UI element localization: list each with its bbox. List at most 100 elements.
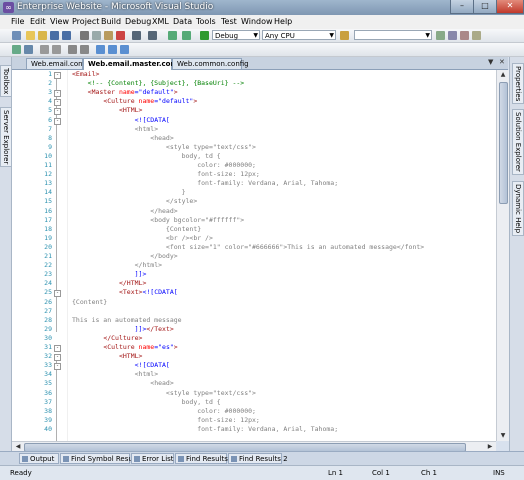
scroll-down-icon[interactable]: ▼	[497, 431, 509, 441]
minimize-button[interactable]: –	[450, 0, 474, 14]
xml-icon[interactable]	[12, 45, 21, 54]
menu-view[interactable]: View	[50, 17, 69, 26]
save-all-icon[interactable]	[62, 31, 71, 40]
close-tab-icon[interactable]: ✕	[499, 58, 505, 66]
paste-icon[interactable]	[104, 31, 113, 40]
next-bookmark-icon[interactable]	[120, 45, 129, 54]
collapse-icon[interactable]: -	[54, 117, 61, 125]
code-line[interactable]: 33- <![CDATA[	[12, 361, 496, 371]
code-line[interactable]: 19 <br /><br />	[12, 234, 496, 243]
cut-icon[interactable]	[80, 31, 89, 40]
redo-icon[interactable]	[148, 31, 157, 40]
properties-tab[interactable]: Properties	[512, 63, 524, 105]
tab-error-list[interactable]: Error List	[131, 453, 174, 464]
menu-file[interactable]: File	[11, 17, 24, 26]
schema-icon[interactable]	[24, 45, 33, 54]
undo-icon[interactable]	[132, 31, 141, 40]
code-line[interactable]: 2 <!-- {Content}, {Subject}, {BaseUri} -…	[12, 79, 496, 88]
collapse-icon[interactable]: -	[54, 72, 61, 79]
code-line[interactable]: 12 font-size: 12px;	[12, 170, 496, 179]
outdent-icon[interactable]	[52, 45, 61, 54]
code-line[interactable]: 4- <Culture name="default">	[12, 97, 496, 107]
code-line[interactable]: 13 font-family: Verdana, Arial, Tahoma;	[12, 179, 496, 188]
menu-help[interactable]: Help	[274, 17, 292, 26]
tab-find-symbol-results[interactable]: Find Symbol Results	[60, 453, 141, 464]
delete-icon[interactable]	[116, 31, 125, 40]
code-line[interactable]: 40 font-family: Verdana, Arial, Tahoma;	[12, 425, 496, 434]
code-line[interactable]: 18 {Content}	[12, 225, 496, 234]
code-line[interactable]: 8 <head>	[12, 134, 496, 143]
collapse-icon[interactable]: -	[54, 345, 61, 352]
navigate-back-icon[interactable]	[168, 31, 177, 40]
code-line[interactable]: 38 color: #000000;	[12, 407, 496, 416]
dynamic-help-tab[interactable]: Dynamic Help	[512, 181, 524, 237]
scroll-up-icon[interactable]: ▲	[497, 70, 509, 80]
object-browser-icon[interactable]	[460, 31, 469, 40]
code-line[interactable]: 20 <font size="1" color="#666666">This i…	[12, 243, 496, 252]
code-line[interactable]: 39 font-size: 12px;	[12, 416, 496, 425]
bookmark-icon[interactable]	[96, 45, 105, 54]
menu-tools[interactable]: Tools	[196, 17, 216, 26]
menu-project[interactable]: Project	[72, 17, 99, 26]
indent-icon[interactable]	[40, 45, 49, 54]
code-line[interactable]: 7 <html>	[12, 125, 496, 134]
find-combo[interactable]: ▼	[354, 30, 432, 40]
code-line[interactable]: 16 </head>	[12, 207, 496, 216]
open-file-icon[interactable]	[38, 31, 47, 40]
collapse-icon[interactable]: -	[54, 108, 61, 116]
vertical-scroll-thumb[interactable]	[499, 82, 508, 204]
code-line[interactable]: 6- <![CDATA[	[12, 116, 496, 125]
close-button[interactable]: ✕	[496, 0, 524, 14]
properties-icon[interactable]	[448, 31, 457, 40]
code-line[interactable]: 11 color: #000000;	[12, 161, 496, 170]
maximize-button[interactable]: □	[473, 0, 497, 14]
code-line[interactable]: 31- <Culture name="es">	[12, 343, 496, 352]
code-line[interactable]: 28 This is an automated message	[12, 316, 496, 325]
menu-data[interactable]: Data	[173, 17, 192, 26]
tab-output[interactable]: Output	[19, 453, 59, 464]
collapse-icon[interactable]: -	[54, 90, 61, 98]
code-line[interactable]: 27	[12, 307, 496, 316]
code-line[interactable]: 32- <HTML>	[12, 352, 496, 362]
code-line[interactable]: 21 </body>	[12, 252, 496, 261]
comment-icon[interactable]	[68, 45, 77, 54]
tab-list-icon[interactable]: ▼	[488, 58, 493, 66]
toolbox-icon[interactable]	[472, 31, 481, 40]
tab-web-common-config[interactable]: Web.common.config	[172, 58, 249, 69]
find-in-files-icon[interactable]	[340, 31, 349, 40]
prev-bookmark-icon[interactable]	[108, 45, 117, 54]
code-line[interactable]: 5- <HTML>	[12, 106, 496, 116]
code-line[interactable]: 9 <style type="text/css">	[12, 143, 496, 152]
vertical-scrollbar[interactable]: ▲ ▼	[496, 70, 509, 441]
code-line[interactable]: 30 </Culture>	[12, 334, 496, 343]
code-line[interactable]: 37 body, td {	[12, 398, 496, 407]
code-line[interactable]: 3- <Master name="default">	[12, 88, 496, 98]
collapse-icon[interactable]: -	[54, 290, 61, 298]
menu-test[interactable]: Test	[221, 17, 237, 26]
code-line[interactable]: 15 </style>	[12, 197, 496, 206]
add-item-icon[interactable]	[26, 31, 35, 40]
tab-web-email-config[interactable]: Web.email.config	[26, 58, 91, 69]
solution-platform-combo[interactable]: Any CPU ▼	[262, 30, 336, 40]
code-line[interactable]: 36 <style type="text/css">	[12, 389, 496, 398]
navigate-forward-icon[interactable]	[182, 31, 191, 40]
new-project-icon[interactable]	[12, 31, 21, 40]
code-line[interactable]: 10 body, td {	[12, 152, 496, 161]
code-line[interactable]: 17 <body bgcolor="#ffffff">	[12, 216, 496, 225]
code-line[interactable]: 34 <html>	[12, 370, 496, 379]
uncomment-icon[interactable]	[80, 45, 89, 54]
toolbox-tab[interactable]: Toolbox	[0, 65, 12, 98]
save-icon[interactable]	[50, 31, 59, 40]
title-bar[interactable]: ∞ Enterprise Website - Microsoft Visual …	[0, 0, 524, 15]
code-line[interactable]: 29 ]]></Text>	[12, 325, 496, 334]
tab-find-results-1[interactable]: Find Results 1	[175, 453, 235, 464]
server-explorer-tab[interactable]: Server Explorer	[0, 107, 12, 168]
code-line[interactable]: 35 <head>	[12, 379, 496, 388]
solution-explorer-tab[interactable]: Solution Explorer	[512, 109, 524, 175]
solution-config-combo[interactable]: Debug ▼	[212, 30, 260, 40]
code-editor[interactable]: 1- <Email> 2 <!-- {Content}, {Subject}, {B…	[12, 70, 496, 441]
solution-explorer-icon[interactable]	[436, 31, 445, 40]
copy-icon[interactable]	[92, 31, 101, 40]
collapse-icon[interactable]: -	[54, 354, 61, 362]
menu-build[interactable]: Build	[101, 17, 121, 26]
